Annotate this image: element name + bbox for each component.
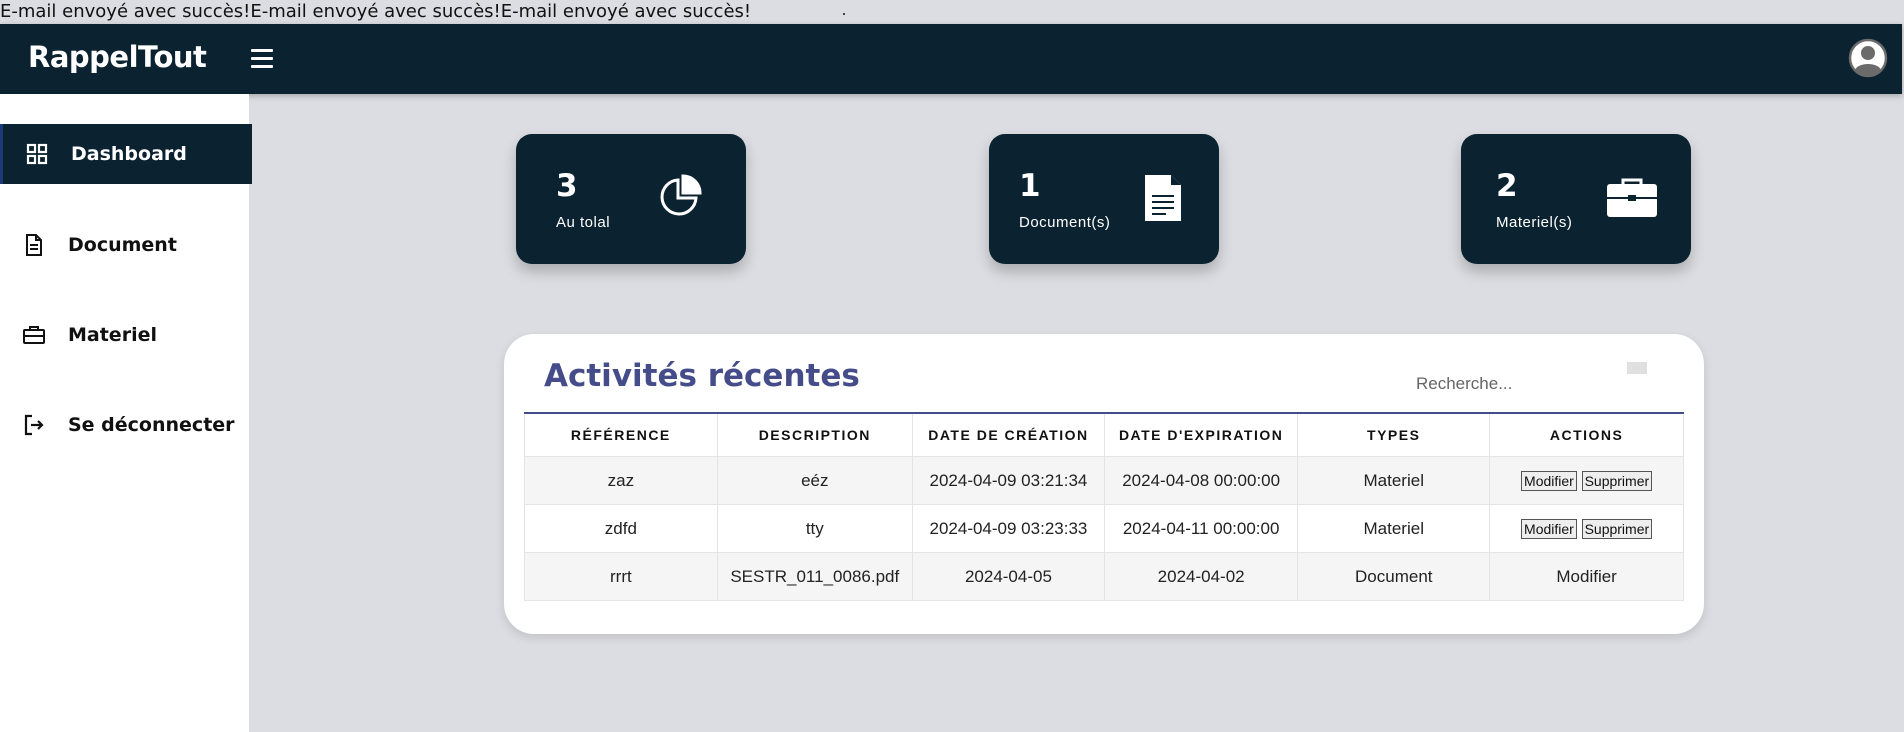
column-header: DATE D'EXPIRATION bbox=[1104, 414, 1299, 457]
brand-logo[interactable]: RappelTout bbox=[28, 40, 207, 74]
flash-message: E-mail envoyé avec succès!E-mail envoyé … bbox=[0, 1, 752, 22]
column-header: DATE DE CRÉATION bbox=[911, 414, 1106, 457]
cell-actions: Modifier Supprimer bbox=[1489, 504, 1684, 553]
column-header: DESCRIPTION bbox=[716, 414, 913, 457]
table-row: rrrt SESTR_011_0086.pdf 2024-04-05 2024-… bbox=[524, 552, 1684, 601]
grid-icon bbox=[25, 142, 49, 166]
cell-expires: 2024-04-08 00:00:00 bbox=[1104, 456, 1299, 505]
stat-card-total: 3 Au tolal bbox=[516, 134, 746, 264]
delete-button[interactable]: Supprimer bbox=[1581, 470, 1653, 491]
user-avatar-icon[interactable] bbox=[1848, 38, 1888, 78]
cell-actions: Modifier bbox=[1489, 552, 1684, 601]
delete-button[interactable]: Supprimer bbox=[1581, 518, 1653, 539]
cell-created: 2024-04-09 03:23:33 bbox=[911, 504, 1106, 553]
search-button[interactable] bbox=[1627, 362, 1647, 374]
document-icon bbox=[1144, 174, 1182, 227]
column-header: TYPES bbox=[1297, 414, 1491, 457]
stray-dot bbox=[843, 13, 845, 15]
cell-actions: Modifier Supprimer bbox=[1489, 456, 1684, 505]
column-header: RÉFÉRENCE bbox=[524, 414, 718, 457]
cell-type: Materiel bbox=[1297, 504, 1491, 553]
modify-button[interactable]: Modifier bbox=[1521, 470, 1577, 491]
cell-type: Materiel bbox=[1297, 456, 1491, 505]
stat-value: 2 bbox=[1496, 168, 1518, 204]
modify-link[interactable]: Modifier bbox=[1556, 567, 1616, 586]
menu-toggle-icon[interactable] bbox=[251, 49, 273, 69]
table-header-row: RÉFÉRENCE DESCRIPTION DATE DE CRÉATION D… bbox=[524, 414, 1684, 457]
sidebar-item-logout[interactable]: Se déconnecter bbox=[0, 395, 249, 455]
cell-description: eéz bbox=[716, 456, 913, 505]
document-icon bbox=[22, 233, 46, 257]
cell-reference: zdfd bbox=[524, 504, 718, 553]
table-row: zaz eéz 2024-04-09 03:21:34 2024-04-08 0… bbox=[524, 456, 1684, 505]
panel-title: Activités récentes bbox=[544, 358, 860, 394]
table-row: zdfd tty 2024-04-09 03:23:33 2024-04-11 … bbox=[524, 504, 1684, 553]
cell-description: tty bbox=[716, 504, 913, 553]
modify-button[interactable]: Modifier bbox=[1521, 518, 1577, 539]
sidebar-item-dashboard[interactable]: Dashboard bbox=[0, 124, 252, 184]
cell-description: SESTR_011_0086.pdf bbox=[716, 552, 913, 601]
sidebar-item-document[interactable]: Document bbox=[0, 215, 249, 275]
pie-chart-icon bbox=[658, 174, 702, 223]
recent-activities-panel: Activités récentes RÉFÉRENCE DESCRIPTION… bbox=[504, 334, 1704, 634]
stat-value: 1 bbox=[1019, 168, 1041, 204]
search-input[interactable] bbox=[1414, 368, 1638, 400]
sidebar: Dashboard Document Materiel Se déconnect… bbox=[0, 94, 252, 732]
stat-card-documents: 1 Document(s) bbox=[989, 134, 1219, 264]
logout-icon bbox=[22, 413, 46, 437]
sidebar-item-label: Document bbox=[68, 234, 177, 256]
stat-caption: Materiel(s) bbox=[1496, 214, 1573, 231]
stat-caption: Document(s) bbox=[1019, 214, 1111, 231]
cell-type: Document bbox=[1297, 552, 1491, 601]
cell-created: 2024-04-09 03:21:34 bbox=[911, 456, 1106, 505]
cell-reference: zaz bbox=[524, 456, 718, 505]
sidebar-item-label: Materiel bbox=[68, 324, 157, 346]
top-navbar: RappelTout bbox=[0, 24, 1902, 94]
cell-created: 2024-04-05 bbox=[911, 552, 1106, 601]
cell-expires: 2024-04-11 00:00:00 bbox=[1104, 504, 1299, 553]
toolbox-icon bbox=[22, 323, 46, 347]
sidebar-item-label: Dashboard bbox=[71, 143, 187, 165]
cell-reference: rrrt bbox=[524, 552, 718, 601]
cell-expires: 2024-04-02 bbox=[1104, 552, 1299, 601]
sidebar-item-label: Se déconnecter bbox=[68, 414, 235, 436]
stat-card-materiels: 2 Materiel(s) bbox=[1461, 134, 1691, 264]
column-header: ACTIONS bbox=[1489, 414, 1684, 457]
activities-table: RÉFÉRENCE DESCRIPTION DATE DE CRÉATION D… bbox=[524, 414, 1684, 601]
stat-value: 3 bbox=[556, 168, 578, 204]
briefcase-icon bbox=[1606, 178, 1658, 223]
stat-caption: Au tolal bbox=[556, 214, 611, 231]
sidebar-item-materiel[interactable]: Materiel bbox=[0, 305, 249, 365]
